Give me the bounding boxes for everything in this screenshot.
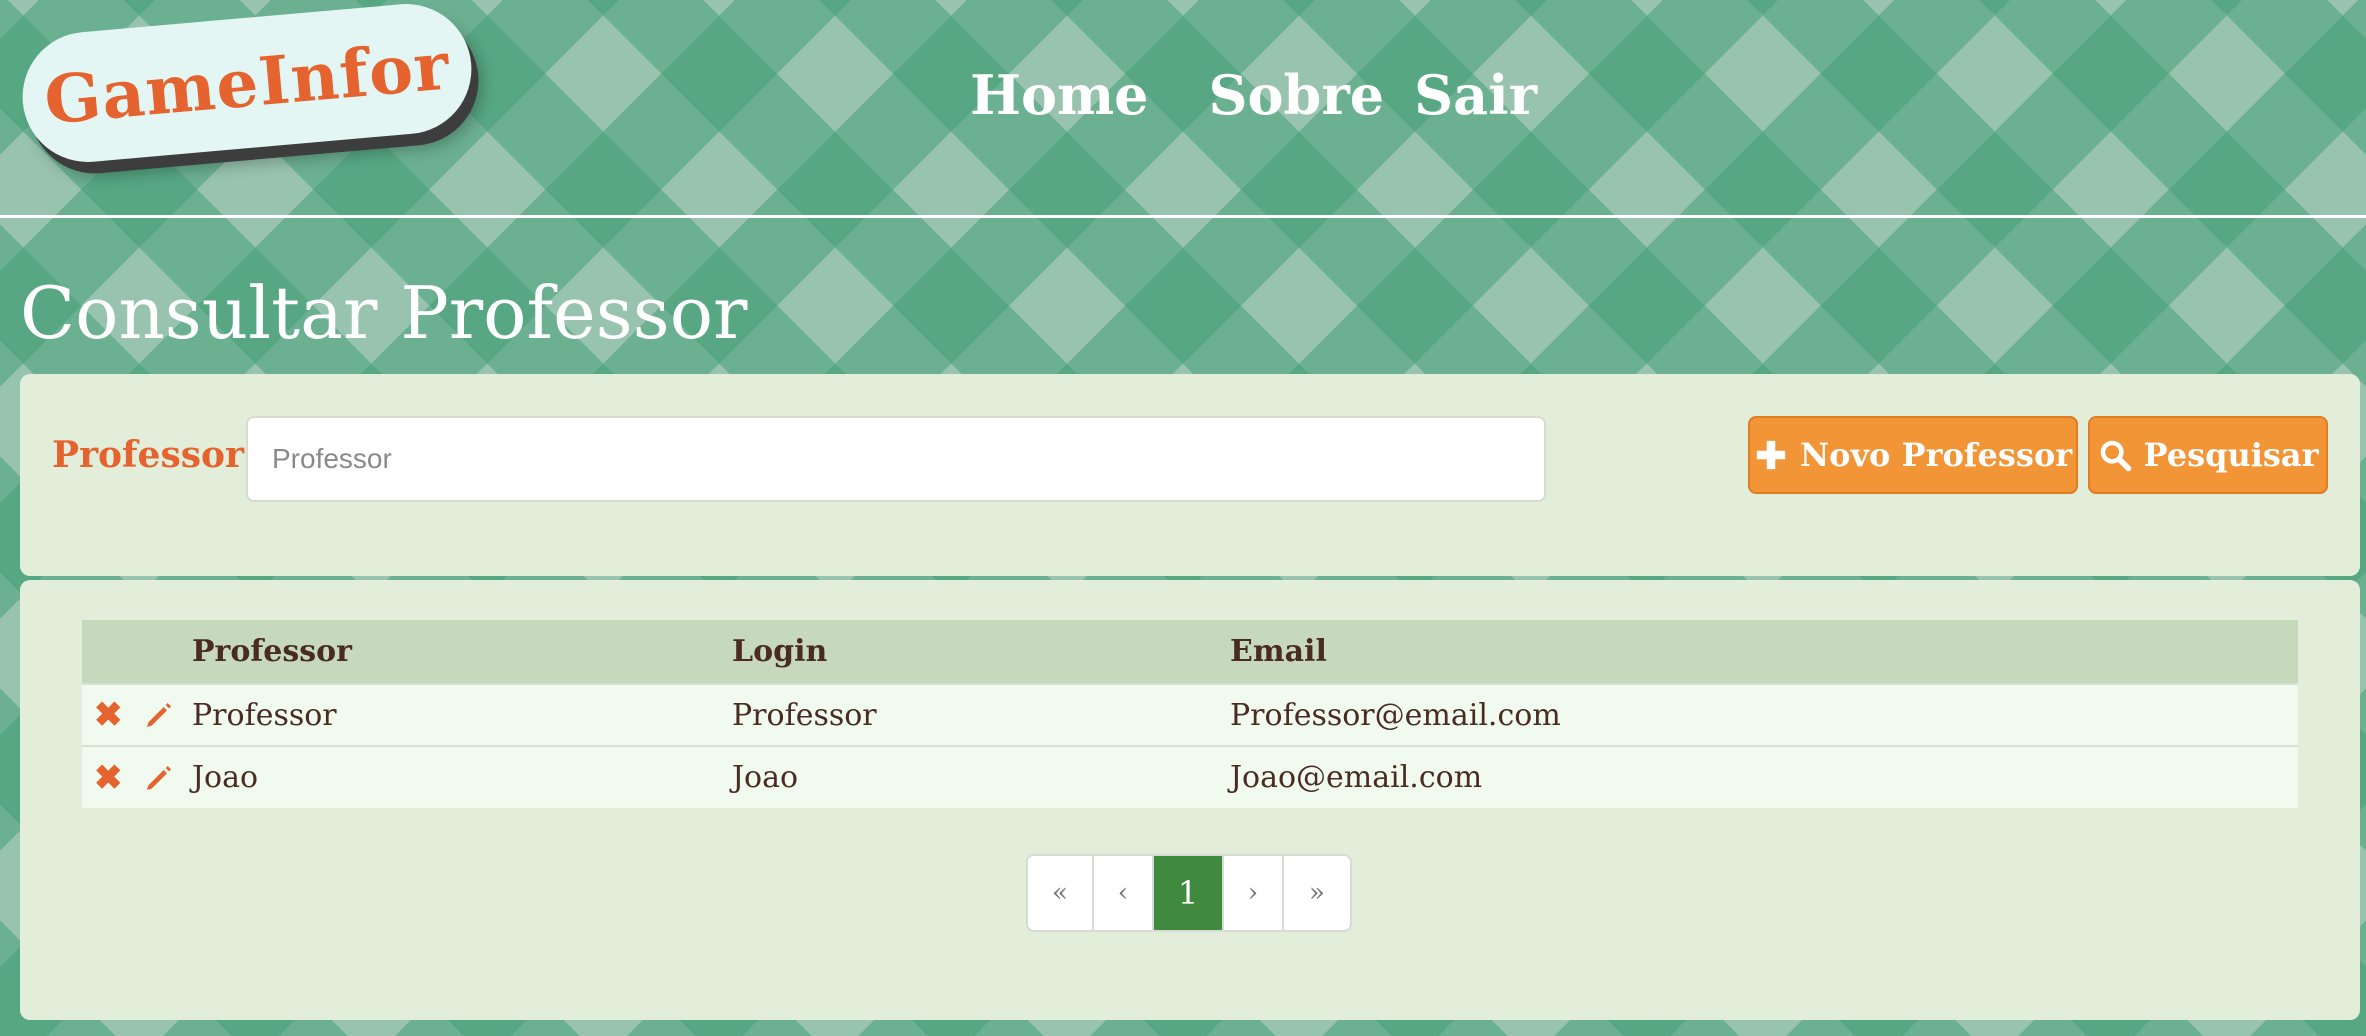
- search-input[interactable]: [246, 416, 1546, 502]
- pagination-prev[interactable]: ‹: [1094, 856, 1154, 930]
- logo[interactable]: GameInfor: [17, 0, 477, 168]
- cell-login: Professor: [732, 697, 877, 733]
- results-panel: Professor Login Email ✖ Professor Profes…: [20, 580, 2360, 1020]
- pagination-current-page[interactable]: 1: [1154, 856, 1224, 930]
- pencil-icon[interactable]: [143, 699, 175, 731]
- search-label: Professor:: [52, 434, 258, 476]
- table-header-row: Professor Login Email: [82, 620, 2298, 684]
- search-panel: Professor: Novo Professor Pesquisar: [20, 374, 2360, 576]
- cell-professor: Joao: [192, 760, 259, 795]
- cell-professor: Professor: [192, 697, 337, 733]
- pagination-next[interactable]: ›: [1224, 856, 1284, 930]
- header-login: Login: [732, 634, 828, 669]
- plus-icon: [1756, 440, 1786, 470]
- new-professor-label: Novo Professor: [1799, 436, 2073, 474]
- row-actions: ✖: [82, 695, 192, 735]
- nav-logout-link[interactable]: Sair: [1414, 55, 1537, 135]
- pagination-first[interactable]: «: [1028, 856, 1094, 930]
- row-actions: ✖: [82, 758, 192, 798]
- cell-login: Joao: [732, 760, 799, 795]
- pagination: « ‹ 1 › »: [1026, 854, 1352, 932]
- header-actions: [82, 620, 192, 684]
- close-icon[interactable]: ✖: [94, 758, 123, 798]
- table-row: ✖ Professor Professor Professor@email.co…: [82, 684, 2298, 746]
- header-divider: [0, 215, 2366, 218]
- search-icon: [2100, 440, 2131, 472]
- table-row: ✖ Joao Joao Joao@email.com: [82, 746, 2298, 808]
- search-button-label: Pesquisar: [2143, 436, 2319, 474]
- cell-email: Professor@email.com: [1230, 697, 1561, 733]
- pencil-icon[interactable]: [143, 762, 175, 794]
- nav-home-link[interactable]: Home: [970, 55, 1149, 135]
- nav-about-link[interactable]: Sobre: [1209, 55, 1385, 135]
- logo-text: GameInfor: [41, 26, 453, 140]
- new-professor-button[interactable]: Novo Professor: [1748, 416, 2078, 494]
- pagination-last[interactable]: »: [1284, 856, 1350, 930]
- cell-email: Joao@email.com: [1230, 760, 1483, 795]
- main-nav: Home Sobre Sair: [970, 55, 1597, 135]
- header-email: Email: [1230, 634, 1327, 669]
- search-button[interactable]: Pesquisar: [2088, 416, 2328, 494]
- page-title: Consultar Professor: [20, 271, 748, 355]
- professor-table: Professor Login Email ✖ Professor Profes…: [82, 620, 2298, 808]
- close-icon[interactable]: ✖: [94, 695, 123, 735]
- header-professor: Professor: [192, 634, 352, 669]
